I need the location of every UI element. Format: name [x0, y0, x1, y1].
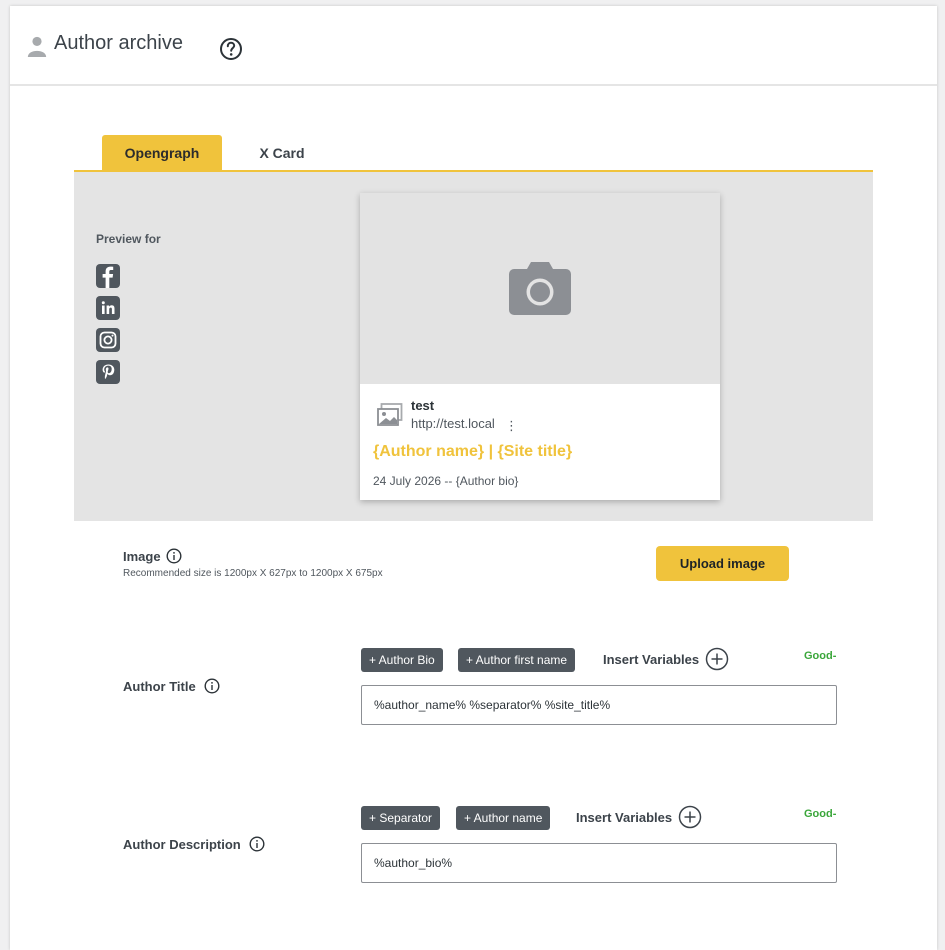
info-icon[interactable] — [166, 548, 182, 564]
preview-image-placeholder — [360, 193, 720, 384]
insert-variables-button[interactable]: Insert Variables — [603, 647, 729, 671]
add-separator-variable-button[interactable]: + Separator — [361, 806, 441, 830]
author-title-label-text: Author Title — [123, 678, 196, 694]
social-preview-area: Preview for test http://test.local ⋮ {Au… — [74, 172, 873, 521]
site-image-icon — [377, 403, 403, 426]
facebook-icon[interactable] — [96, 264, 120, 288]
title-status-badge: Good- — [804, 650, 837, 662]
tab-x-card[interactable]: X Card — [234, 135, 330, 171]
instagram-icon[interactable] — [96, 328, 120, 352]
preview-description: 24 July 2026 -- {Author bio} — [373, 474, 519, 488]
insert-variables-label: Insert Variables — [576, 809, 673, 825]
add-author-bio-variable-button[interactable]: + Author Bio — [361, 648, 443, 672]
add-author-first-name-variable-button[interactable]: + Author first name — [458, 648, 576, 672]
author-title-input[interactable]: %author_name% %separator% %site_title% — [361, 685, 837, 725]
pinterest-icon[interactable] — [96, 360, 120, 384]
add-author-name-variable-button[interactable]: + Author name — [456, 806, 551, 830]
image-label-text: Image — [123, 548, 161, 564]
author-description-input[interactable]: %author_bio% — [361, 843, 837, 883]
preview-tabs: Opengraph X Card — [74, 135, 873, 172]
image-field-label: Image — [123, 548, 182, 564]
upload-image-button[interactable]: Upload image — [656, 546, 789, 581]
author-description-label-text: Author Description — [123, 836, 241, 852]
settings-panel: Author archive Opengraph X Card Preview … — [10, 6, 937, 950]
info-icon[interactable] — [204, 678, 220, 694]
camera-icon — [509, 262, 571, 315]
page-header: Author archive — [10, 6, 937, 86]
preview-title: {Author name} | {Site title} — [373, 443, 573, 460]
plus-circle-icon[interactable] — [705, 647, 729, 671]
page-title: Author archive — [54, 32, 183, 54]
info-icon[interactable] — [249, 836, 265, 852]
author-title-label: Author Title — [123, 678, 220, 694]
insert-variables-label: Insert Variables — [603, 651, 700, 667]
opengraph-preview-card: test http://test.local ⋮ {Author name} |… — [360, 193, 720, 500]
preview-menu-icon[interactable]: ⋮ — [505, 418, 518, 434]
preview-site-url: http://test.local — [411, 416, 495, 431]
insert-variables-button[interactable]: Insert Variables — [576, 805, 702, 829]
tab-opengraph[interactable]: Opengraph — [102, 135, 222, 171]
plus-circle-icon[interactable] — [678, 805, 702, 829]
image-size-hint: Recommended size is 1200px X 627px to 12… — [123, 568, 383, 579]
user-icon — [27, 36, 47, 57]
linkedin-icon[interactable] — [96, 296, 120, 320]
question-circle-icon[interactable] — [219, 37, 243, 61]
author-description-label: Author Description — [123, 836, 265, 852]
preview-for-label: Preview for — [96, 232, 161, 246]
preview-site-name: test — [411, 398, 435, 413]
description-status-badge: Good- — [804, 808, 837, 820]
